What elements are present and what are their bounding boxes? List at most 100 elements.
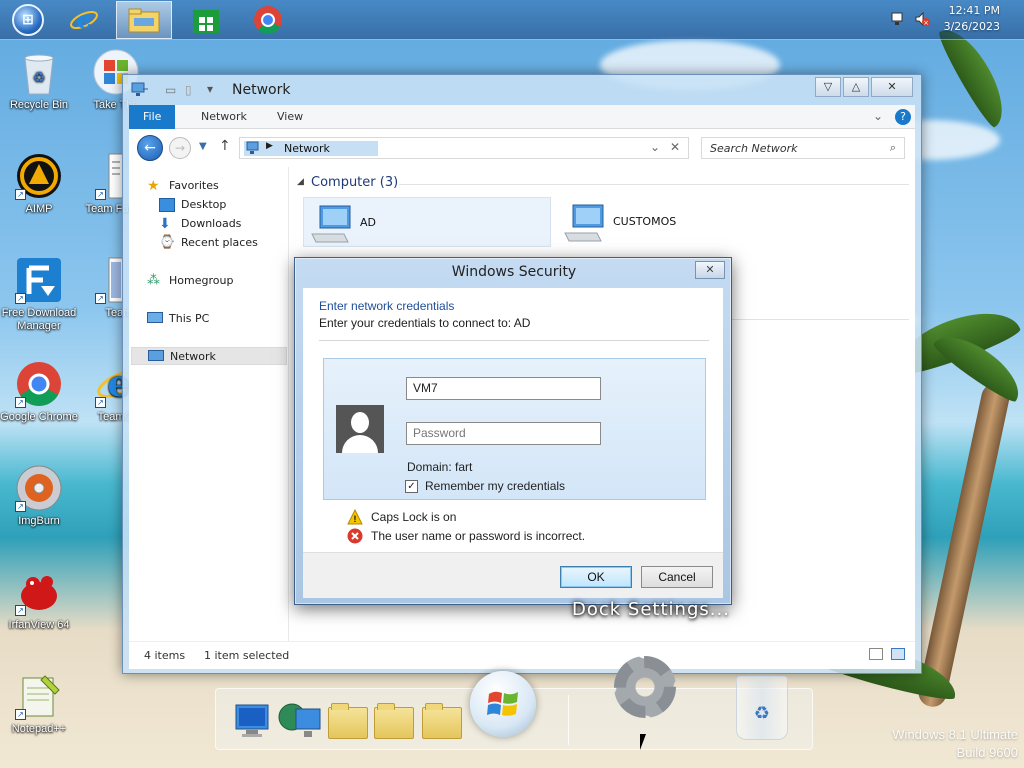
- nav-desktop-label: Desktop: [181, 198, 227, 211]
- nav-downloads[interactable]: ⬇ Downloads: [159, 215, 241, 233]
- dock-settings-label[interactable]: Dock Settings...: [572, 599, 730, 620]
- qat-properties-icon[interactable]: ▭: [165, 83, 176, 97]
- chrome-icon: [254, 6, 282, 35]
- minimize-icon: ▽: [823, 80, 833, 93]
- ribbon: File Network View ⌄ ?: [129, 105, 915, 129]
- domain-label: Domain: fart: [407, 460, 473, 474]
- close-icon: ✕: [705, 263, 715, 276]
- tab-network[interactable]: Network: [187, 105, 261, 129]
- username-field[interactable]: VM7: [406, 377, 601, 400]
- star-icon: ★: [147, 178, 160, 194]
- nav-this-pc[interactable]: This PC: [147, 310, 209, 328]
- nav-network[interactable]: Network: [131, 347, 287, 365]
- minimize-button[interactable]: ▽: [815, 77, 841, 97]
- group-header[interactable]: Computer (3): [311, 175, 398, 190]
- dock-item-documents[interactable]: [328, 701, 368, 741]
- clock[interactable]: 12:41 PM 3/26/2023: [944, 3, 1000, 35]
- windows-security-dialog: Windows Security ✕ Enter network credent…: [294, 257, 732, 605]
- desktop-icon-google-chrome[interactable]: ↗ Google Chrome: [0, 360, 78, 424]
- desktop-icon-irfanview[interactable]: ↗ IrfanView 64: [0, 568, 78, 632]
- network-tray-icon[interactable]: [890, 11, 906, 27]
- password-field[interactable]: Password: [406, 422, 601, 445]
- desktop-icon-recycle-bin[interactable]: ♻ Recycle Bin: [0, 48, 78, 112]
- ribbon-expand-icon[interactable]: ⌄: [873, 109, 883, 123]
- dock-recycle-bin[interactable]: ♻: [736, 676, 788, 740]
- details-view-icon[interactable]: [869, 648, 883, 660]
- desktop-icon-notepadpp[interactable]: ↗ Notepad++: [0, 672, 78, 736]
- address-bar[interactable]: ▶ Network ⌄ ✕: [239, 137, 689, 159]
- clear-address-icon[interactable]: ✕: [670, 140, 680, 154]
- nav-favorites[interactable]: ★ Favorites: [147, 177, 219, 195]
- taskbar-file-explorer[interactable]: [116, 1, 172, 39]
- up-arrow-icon[interactable]: ↑: [219, 138, 231, 154]
- nav-homegroup[interactable]: ⁂ Homegroup: [147, 272, 233, 290]
- desktop-icon-free-download-manager[interactable]: ↗ Free Download Manager: [0, 256, 78, 333]
- svg-text:×: ×: [923, 19, 929, 27]
- homegroup-icon: ⁂: [147, 273, 160, 288]
- dock-start-orb[interactable]: [470, 671, 536, 737]
- search-input[interactable]: Search Network ⌕: [701, 137, 905, 159]
- computer-icon: [311, 205, 351, 243]
- network-icon: [148, 350, 164, 361]
- start-button[interactable]: ⊞: [0, 1, 56, 39]
- desktop-icon-label: IrfanView 64: [8, 619, 70, 631]
- status-item-count: 4 items: [144, 649, 186, 662]
- volume-muted-icon[interactable]: ×: [914, 11, 930, 27]
- dock-item-network[interactable]: [278, 701, 321, 741]
- nav-recent-places[interactable]: ⌚ Recent places: [159, 234, 258, 252]
- computer-tile-customos[interactable]: CUSTOMOS: [557, 197, 805, 247]
- help-icon[interactable]: ?: [895, 109, 911, 125]
- remember-credentials-label[interactable]: Remember my credentials: [425, 479, 565, 493]
- navigation-bar: ← → ▼ ↑ ▶ Network ⌄ ✕ Search Network ⌕: [129, 129, 915, 167]
- credentials-heading: Enter network credentials: [319, 299, 455, 313]
- taskbar-internet-explorer[interactable]: e: [56, 1, 112, 39]
- tab-file[interactable]: File: [129, 105, 176, 129]
- checkmark-icon: ✓: [407, 481, 416, 492]
- qat-folder-icon[interactable]: ▯: [185, 83, 192, 97]
- dock-item-music[interactable]: [374, 701, 414, 741]
- nav-network-label: Network: [170, 350, 216, 363]
- close-button[interactable]: ✕: [871, 77, 913, 97]
- search-placeholder: Search Network: [710, 142, 798, 155]
- large-icons-view-icon[interactable]: [891, 648, 905, 660]
- monitor-icon: [235, 704, 269, 737]
- qat-customize-icon[interactable]: ▾: [207, 82, 213, 96]
- back-button[interactable]: ←: [137, 135, 163, 161]
- forward-button[interactable]: →: [169, 137, 191, 159]
- collapse-group-icon[interactable]: ◢: [297, 177, 304, 187]
- mouse-cursor-icon: [640, 734, 646, 750]
- address-dropdown-icon[interactable]: ⌄: [650, 140, 660, 154]
- breadcrumb-chevron-icon[interactable]: ▶: [266, 141, 273, 151]
- remember-credentials-checkbox[interactable]: ✓: [405, 480, 418, 493]
- tab-view[interactable]: View: [263, 105, 317, 129]
- dock-item-pictures[interactable]: [422, 701, 462, 741]
- network-icon: [131, 82, 148, 96]
- music-folder-icon: [374, 703, 414, 739]
- window-title: Network: [232, 82, 291, 98]
- maximize-button[interactable]: △: [843, 77, 869, 97]
- desktop-icon-imgburn[interactable]: ↗ ImgBurn: [0, 464, 78, 528]
- settings-gear-icon[interactable]: [614, 656, 676, 718]
- address-text: Network: [284, 142, 330, 155]
- warning-icon: !: [347, 509, 363, 525]
- computer-tile-label: AD: [360, 216, 376, 229]
- desktop-icon: [159, 198, 175, 212]
- cancel-button[interactable]: Cancel: [641, 566, 713, 588]
- desktop-icon-label: Free Download Manager: [1, 307, 77, 332]
- windows-logo-icon: ⊞: [12, 4, 44, 36]
- dialog-close-button[interactable]: ✕: [695, 261, 725, 279]
- nav-desktop[interactable]: Desktop: [159, 196, 226, 214]
- dock-item-computer[interactable]: [232, 701, 272, 741]
- ok-button[interactable]: OK: [560, 566, 632, 588]
- network-globe-icon: [278, 703, 321, 737]
- taskbar-store[interactable]: [178, 1, 234, 39]
- close-icon: ✕: [887, 80, 897, 93]
- desktop-icon-aimp[interactable]: ↗ AIMP: [0, 152, 78, 216]
- computer-tile-ad[interactable]: AD: [303, 197, 551, 247]
- taskbar-chrome[interactable]: [240, 1, 296, 39]
- documents-folder-icon: [328, 703, 368, 739]
- recent-locations-icon[interactable]: ▼: [199, 141, 207, 152]
- desktop-icon-label: Recycle Bin: [9, 99, 69, 111]
- recycle-bin-icon: ♻: [24, 54, 54, 95]
- forward-arrow-icon: →: [174, 141, 186, 155]
